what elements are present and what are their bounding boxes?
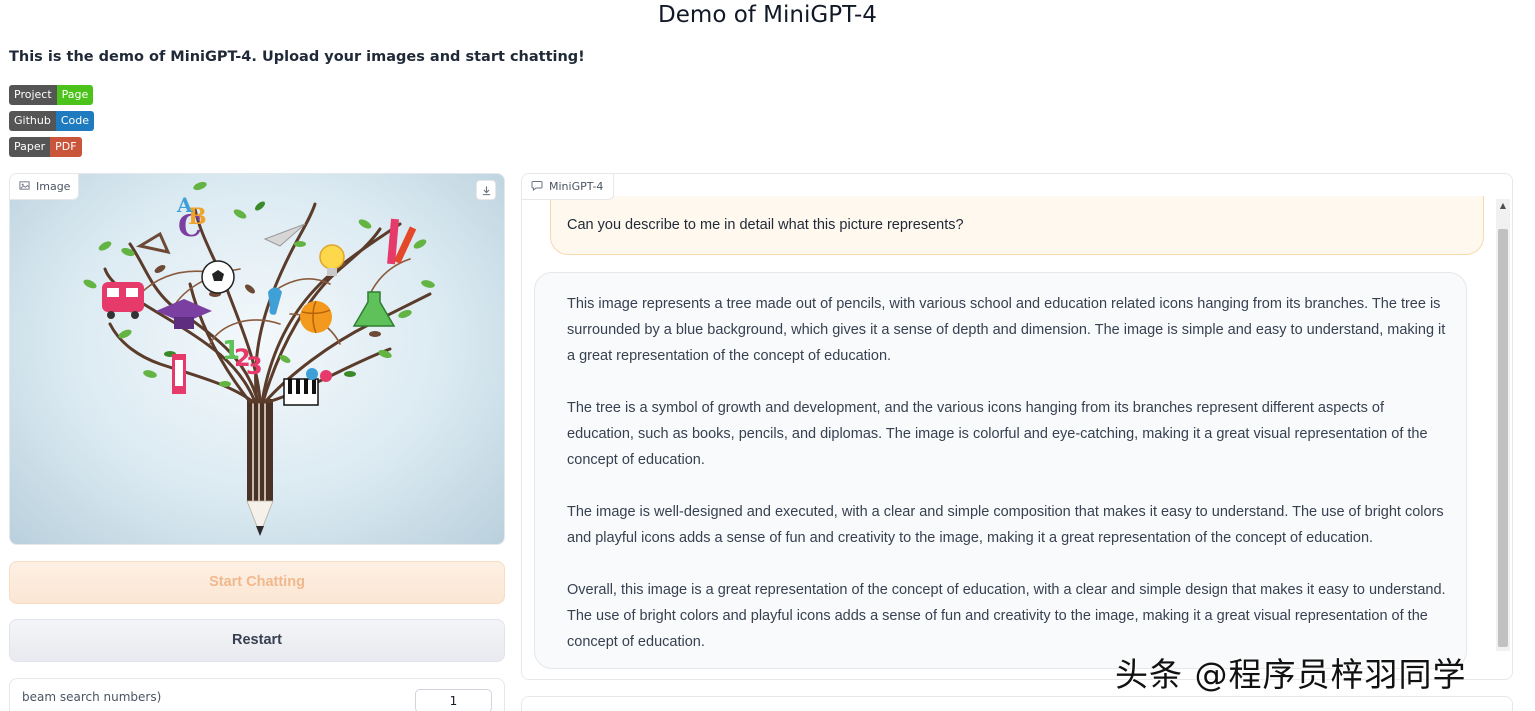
bot-message: This image represents a tree made out of… <box>534 272 1467 669</box>
bot-paragraph: The image is well-designed and executed,… <box>567 504 1444 546</box>
start-chatting-button[interactable]: Start Chatting <box>9 561 505 604</box>
paper-pdf-badge[interactable]: Paper PDF <box>9 137 82 157</box>
pencil-trunk <box>246 399 274 536</box>
badge-label: Project <box>9 85 57 105</box>
badge-label: Paper <box>9 137 51 157</box>
restart-button[interactable]: Restart <box>9 619 505 662</box>
page-description: This is the demo of MiniGPT-4. Upload yo… <box>9 49 585 65</box>
beam-search-input[interactable]: 1 <box>415 689 492 711</box>
beam-search-slider-panel: beam search numbers) 1 <box>9 678 505 711</box>
bot-paragraph: Overall, this image is a great represent… <box>567 582 1446 650</box>
user-message: Can you describe to me in detail what th… <box>550 196 1484 255</box>
chat-scrollbar[interactable]: ▲ <box>1496 199 1510 651</box>
page-title: Demo of MiniGPT-4 <box>658 2 877 28</box>
chat-panel-title: MiniGPT-4 <box>549 180 604 193</box>
beam-search-label: beam search numbers) <box>22 690 162 704</box>
badge-value: Code <box>55 111 94 131</box>
badge-value: PDF <box>50 137 82 157</box>
scrollbar-thumb[interactable] <box>1498 229 1508 647</box>
scroll-up-arrow-icon[interactable]: ▲ <box>1496 199 1510 213</box>
chat-panel-label: MiniGPT-4 <box>522 174 615 200</box>
badge-label: Github <box>9 111 56 131</box>
download-button[interactable] <box>476 180 496 200</box>
image-icon <box>19 180 30 194</box>
uploaded-tree-image: C B A 1 2 3 <box>83 181 435 536</box>
watermark: 头条 @程序员梓羽同学 <box>1115 655 1467 694</box>
image-panel-title: Image <box>36 180 71 193</box>
bot-paragraph: This image represents a tree made out of… <box>567 296 1446 364</box>
chatbot-panel: MiniGPT-4 Can you describe to me in deta… <box>521 173 1513 680</box>
image-panel-label: Image <box>10 174 80 200</box>
image-upload-panel[interactable]: Image C B A 1 2 3 <box>9 173 505 545</box>
chat-icon <box>531 180 543 194</box>
badge-value: Page <box>56 85 94 105</box>
bot-paragraph: The tree is a symbol of growth and devel… <box>567 400 1428 468</box>
project-page-badge[interactable]: Project Page <box>9 85 94 105</box>
download-icon <box>481 181 492 200</box>
svg-text:A: A <box>176 193 193 217</box>
svg-text:3: 3 <box>246 352 263 380</box>
message-input-box[interactable] <box>521 696 1513 711</box>
github-code-badge[interactable]: Github Code <box>9 111 94 131</box>
